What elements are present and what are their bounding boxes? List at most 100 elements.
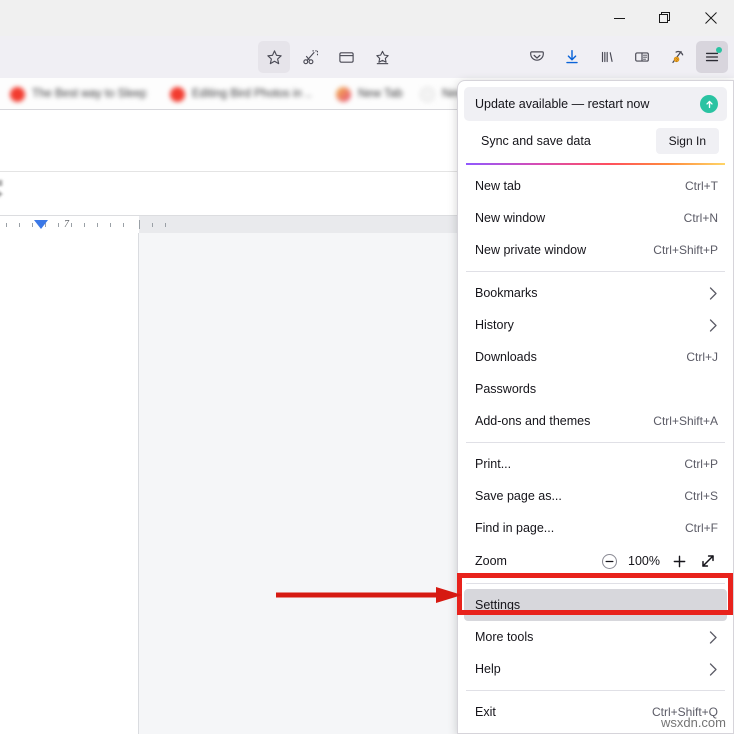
tab-title: New Tab [358, 88, 402, 100]
title-bar [0, 0, 734, 36]
document-menu-ghost: ≡+ [0, 177, 3, 200]
screenshot-button[interactable] [294, 41, 326, 73]
menu-item-shortcut: Ctrl+Shift+A [653, 414, 718, 428]
zoom-label: Zoom [475, 554, 507, 568]
arrow-up-circle-icon [700, 95, 718, 113]
document-sheet[interactable] [0, 233, 139, 734]
menu-item-shortcut: Ctrl+Shift+P [653, 243, 718, 257]
tab-item[interactable]: Editing Bird Photos in ... [162, 81, 320, 107]
menu-item-history[interactable]: History [464, 309, 727, 341]
downloads-icon [566, 49, 578, 64]
tab-favicon [10, 86, 25, 102]
menu-item-new-tab[interactable]: New tab Ctrl+T [464, 170, 727, 202]
menu-item-downloads[interactable]: Downloads Ctrl+J [464, 341, 727, 373]
browser-window: ? The Best way to Sleep ... [0, 0, 734, 734]
chevron-right-icon [709, 630, 718, 644]
pocket-icon [530, 51, 544, 61]
extension-pickaxe-icon: ? [672, 50, 684, 64]
downloads-button[interactable] [556, 41, 588, 73]
zoom-out-icon [601, 553, 617, 569]
update-available-dot [716, 47, 722, 53]
tab-item[interactable]: New Tab [328, 81, 410, 107]
menu-item-shortcut: Ctrl+P [684, 457, 718, 471]
library-icon [601, 51, 613, 63]
watermark: wsxdn.com [660, 715, 726, 730]
menu-item-label: New window [475, 211, 546, 225]
menu-item-shortcut: Ctrl+J [686, 350, 718, 364]
update-available-banner[interactable]: Update available — restart now [464, 87, 727, 121]
menu-item-label: Settings [475, 598, 521, 612]
menu-item-label: History [475, 318, 514, 332]
menu-item-label: Passwords [475, 382, 537, 396]
restore-icon [659, 12, 670, 23]
bookmark-star-button[interactable] [258, 41, 290, 73]
screenshot-scissors-icon [302, 49, 318, 64]
fullscreen-button[interactable] [697, 550, 719, 572]
menu-separator [466, 690, 725, 691]
sync-and-save-row[interactable]: Sync and save data Sign In [464, 123, 727, 159]
sidebars-button[interactable] [626, 41, 658, 73]
menu-item-label: Find in page... [475, 521, 555, 535]
close-button[interactable] [688, 0, 734, 36]
ruler-margin-area [0, 216, 139, 234]
tab-favicon [420, 86, 435, 102]
menu-item-more-tools[interactable]: More tools [464, 621, 727, 653]
minimize-icon [613, 17, 625, 19]
chevron-right-icon [709, 318, 718, 332]
menu-separator [466, 583, 725, 584]
menu-item-label: Bookmarks [475, 286, 538, 300]
window-controls [596, 0, 734, 36]
minimize-button[interactable] [596, 0, 642, 36]
extension-pickaxe-button[interactable]: ? [661, 41, 693, 73]
zoom-in-button[interactable] [668, 550, 690, 572]
app-menu-panel: Update available — restart now Sync and … [457, 80, 734, 734]
zoom-level-value: 100% [628, 554, 660, 568]
menu-item-print[interactable]: Print... Ctrl+P [464, 448, 727, 480]
zoom-controls: 100% [598, 550, 719, 572]
app-menu-button[interactable] [696, 41, 728, 73]
menu-item-label: Save page as... [475, 489, 562, 503]
pocket-button[interactable] [521, 41, 553, 73]
chevron-right-icon [709, 286, 718, 300]
menu-item-addons-and-themes[interactable]: Add-ons and themes Ctrl+Shift+A [464, 405, 727, 437]
navigation-toolbar: ? [0, 36, 734, 78]
close-icon [705, 12, 717, 24]
reader-view-icon [338, 51, 354, 63]
menu-item-passwords[interactable]: Passwords [464, 373, 727, 405]
menu-item-shortcut: Ctrl+S [684, 489, 718, 503]
menu-item-label: New private window [475, 243, 587, 257]
menu-separator [466, 271, 725, 272]
tab-title: The Best way to Sleep ... [32, 88, 146, 100]
chevron-right-icon [709, 662, 718, 676]
ruler-number: 7 [64, 219, 69, 230]
sign-in-button[interactable]: Sign In [655, 128, 719, 154]
menu-item-label: More tools [475, 630, 534, 644]
menu-item-bookmarks[interactable]: Bookmarks [464, 277, 727, 309]
library-button[interactable] [591, 41, 623, 73]
menu-separator [466, 442, 725, 443]
zoom-in-icon [673, 555, 685, 567]
menu-item-shortcut: Ctrl+N [683, 211, 718, 225]
address-bar-actions [258, 39, 398, 75]
menu-item-label: Help [475, 662, 501, 676]
menu-item-save-page-as[interactable]: Save page as... Ctrl+S [464, 480, 727, 512]
save-to-pocket-button[interactable] [366, 41, 398, 73]
restore-button[interactable] [642, 0, 688, 36]
tab-item[interactable]: The Best way to Sleep ... [2, 81, 154, 107]
bookmark-star-icon [266, 49, 282, 64]
menu-item-help[interactable]: Help [464, 653, 727, 685]
menu-item-new-private-window[interactable]: New private window Ctrl+Shift+P [464, 234, 727, 266]
indent-marker[interactable] [34, 220, 48, 229]
tab-favicon [170, 86, 185, 102]
fullscreen-icon [702, 555, 714, 567]
menu-item-label: Print... [475, 457, 512, 471]
menu-item-find-in-page[interactable]: Find in page... Ctrl+F [464, 512, 727, 544]
sidebars-icon [635, 52, 649, 62]
menu-item-settings[interactable]: Settings [464, 589, 727, 621]
tab-title: Editing Bird Photos in ... [192, 88, 312, 100]
menu-item-label: Add-ons and themes [475, 414, 591, 428]
menu-item-new-window[interactable]: New window Ctrl+N [464, 202, 727, 234]
zoom-out-button[interactable] [598, 550, 620, 572]
tab-favicon [336, 86, 351, 102]
reader-view-button[interactable] [330, 41, 362, 73]
